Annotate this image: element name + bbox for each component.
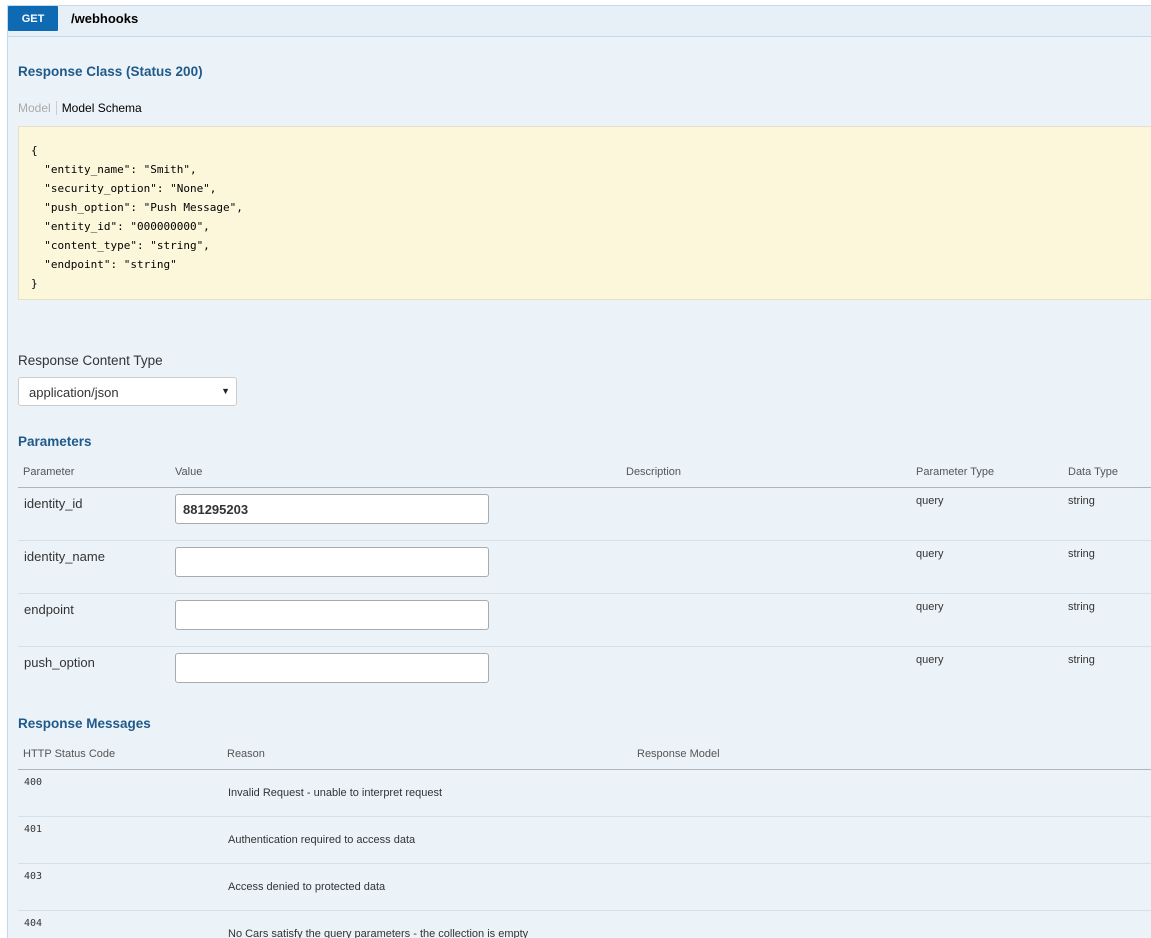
param-name: endpoint (24, 602, 74, 617)
param-data-type: string (1068, 495, 1095, 507)
col-header-value: Value (175, 466, 203, 478)
tab-model[interactable]: Model (18, 101, 57, 115)
status-code: 404 (24, 918, 43, 929)
status-code: 403 (24, 871, 43, 882)
param-name: identity_id (24, 496, 83, 511)
param-data-type: string (1068, 654, 1095, 666)
row-divider (18, 910, 1151, 911)
param-type: query (916, 654, 944, 666)
response-messages-title: Response Messages (18, 716, 151, 731)
param-type: query (916, 548, 944, 560)
col-header-parameter: Parameter (23, 466, 75, 478)
messages-header-divider (18, 769, 1151, 770)
param-identity-name-input[interactable] (175, 547, 489, 577)
endpoint-path[interactable]: /webhooks (71, 11, 138, 26)
status-code: 401 (24, 824, 43, 835)
param-data-type: string (1068, 548, 1095, 560)
param-type: query (916, 495, 944, 507)
parameters-title: Parameters (18, 434, 92, 449)
col-header-response-model: Response Model (637, 748, 720, 760)
dropdown-caret-icon: ▼ (221, 386, 230, 396)
row-divider (18, 646, 1151, 647)
http-method-badge[interactable]: GET (8, 6, 58, 31)
status-reason: Invalid Request - unable to interpret re… (228, 787, 443, 799)
status-code: 400 (24, 777, 43, 788)
param-push-option-input[interactable] (175, 653, 489, 683)
col-header-http-status-code: HTTP Status Code (23, 748, 116, 760)
param-type: query (916, 601, 944, 613)
row-divider (18, 816, 1151, 817)
col-header-description: Description (626, 466, 682, 478)
param-data-type: string (1068, 601, 1095, 613)
param-endpoint-input[interactable] (175, 600, 489, 630)
params-header-divider (18, 487, 1151, 488)
response-class-title: Response Class (Status 200) (18, 64, 203, 79)
tab-model-schema[interactable]: Model Schema (57, 101, 142, 115)
row-divider (18, 593, 1151, 594)
operation-panel: GET /webhooks Response Class (Status 200… (7, 5, 1151, 938)
col-header-parameter-type: Parameter Type (916, 466, 995, 478)
row-divider (18, 540, 1151, 541)
col-header-reason: Reason (227, 748, 265, 760)
param-name: identity_name (24, 549, 105, 564)
response-content-type-select[interactable]: application/json ▼ (18, 377, 237, 406)
col-header-data-type: Data Type (1068, 466, 1118, 478)
param-name: push_option (24, 655, 95, 670)
operation-header[interactable]: GET /webhooks (8, 6, 1151, 37)
selected-content-type: application/json (29, 385, 119, 400)
response-content-type-label: Response Content Type (18, 353, 163, 368)
model-tabs: Model Model Schema (18, 101, 142, 115)
model-schema-json[interactable]: { "entity_name": "Smith", "security_opti… (18, 126, 1151, 300)
status-reason: Authentication required to access data (228, 834, 416, 846)
status-reason: Access denied to protected data (228, 881, 386, 893)
param-identity-id-input[interactable] (175, 494, 489, 524)
row-divider (18, 863, 1151, 864)
